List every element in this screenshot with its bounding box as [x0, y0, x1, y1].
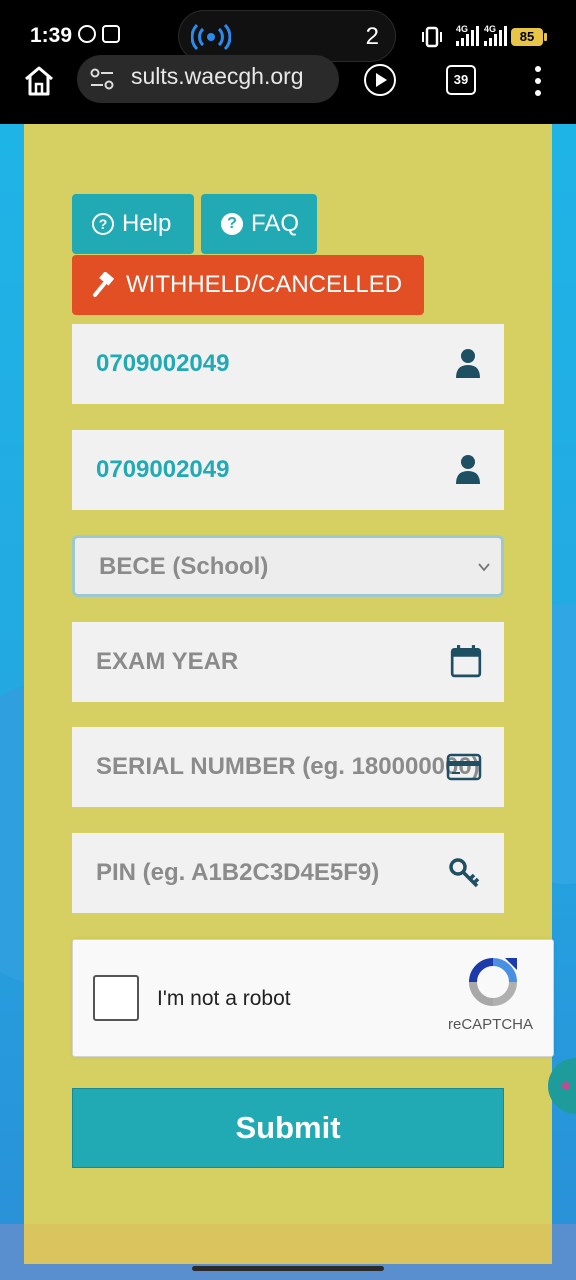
broadcast-icon — [191, 23, 231, 51]
battery-indicator: 85 — [511, 28, 547, 46]
index-number-value: 0709002049 — [96, 350, 230, 377]
gavel-icon — [93, 272, 115, 297]
exam-year-field[interactable]: EXAM YEAR — [72, 622, 504, 702]
exam-type-select[interactable]: BECE (School) — [72, 535, 504, 597]
submit-button[interactable]: Submit — [72, 1088, 504, 1168]
browser-toolbar: sults.waecgh.org 39 — [0, 55, 576, 124]
confirm-index-number-field[interactable]: 0709002049 — [72, 430, 504, 510]
floating-assistant-button[interactable] — [548, 1058, 576, 1114]
help-icon: ? — [92, 213, 114, 235]
pin-placeholder: PIN (eg. A1B2C3D4E5F9) — [96, 859, 380, 886]
recaptcha-widget: I'm not a robot reCAPTCHA — [72, 939, 554, 1057]
url-text: sults.waecgh.org — [131, 63, 304, 89]
faq-button[interactable]: ? FAQ — [201, 194, 317, 254]
play-icon[interactable] — [364, 64, 396, 96]
signal-icon-2 — [484, 26, 507, 46]
more-menu-icon[interactable] — [528, 66, 548, 98]
faq-label: FAQ — [251, 210, 300, 237]
confirm-index-number-value: 0709002049 — [96, 456, 230, 483]
serial-number-placeholder: SERIAL NUMBER (eg. 180000000) — [96, 753, 480, 780]
help-label: Help — [122, 210, 172, 237]
site-settings-icon[interactable] — [89, 67, 115, 91]
exam-type-selected: BECE (School) — [99, 553, 269, 580]
recaptcha-checkbox[interactable] — [93, 975, 139, 1021]
withheld-cancelled-button[interactable]: WITHHELD/CANCELLED — [72, 255, 424, 315]
address-bar[interactable]: sults.waecgh.org — [77, 55, 339, 103]
notification-count: 2 — [365, 23, 379, 50]
key-icon — [449, 858, 480, 888]
user-icon — [456, 455, 480, 484]
gesture-navigation-bar[interactable] — [192, 1266, 384, 1271]
exam-year-placeholder: EXAM YEAR — [96, 648, 239, 675]
record-icon — [102, 25, 120, 43]
help-button[interactable]: ? Help — [72, 194, 194, 254]
home-icon[interactable] — [22, 64, 56, 98]
index-number-field[interactable]: 0709002049 — [72, 324, 504, 404]
tabs-icon[interactable]: 39 — [446, 65, 476, 95]
chevron-down-icon — [478, 563, 490, 572]
signal-icon-1 — [456, 26, 479, 46]
recaptcha-label: I'm not a robot — [157, 987, 291, 1010]
status-time: 1:39 — [30, 24, 73, 47]
pin-field[interactable]: PIN (eg. A1B2C3D4E5F9) — [72, 833, 504, 913]
status-bar: 1:39 2 4G 4G 85 — [0, 0, 576, 62]
card-footer — [24, 1224, 552, 1264]
user-icon — [456, 349, 480, 378]
recaptcha-brand: reCAPTCHA — [448, 1016, 534, 1033]
page-content: ? Help ? FAQ WITHHELD/CANCELLED 07090020… — [0, 124, 576, 1280]
serial-number-field[interactable]: SERIAL NUMBER (eg. 180000000) — [72, 727, 504, 807]
card-icon — [446, 753, 482, 781]
withheld-label: WITHHELD/CANCELLED — [126, 271, 403, 298]
calendar-icon — [450, 645, 482, 678]
vibrate-icon — [422, 26, 442, 48]
recaptcha-logo-icon — [469, 958, 517, 1006]
whatsapp-icon — [78, 25, 96, 43]
faq-icon: ? — [221, 213, 243, 235]
